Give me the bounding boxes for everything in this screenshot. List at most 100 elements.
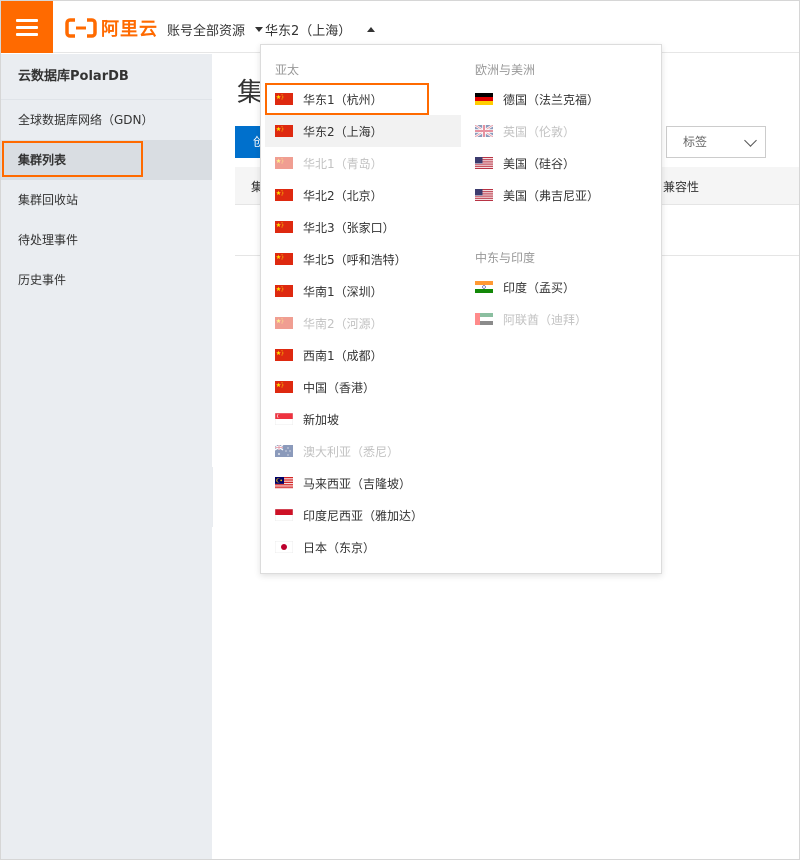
region-option[interactable]: 马来西亚（吉隆坡） [265, 467, 461, 499]
china-flag-icon [275, 381, 293, 393]
region-dropdown: 亚太华东1（杭州） 华东2（上海） 华北1（青岛） 华北2（北京） 华北3（张家口） 华北… [260, 44, 662, 574]
germany-flag-icon [475, 93, 493, 105]
region-option-label: 马来西亚（吉隆坡） [303, 476, 412, 491]
region-option[interactable]: 华北5（呼和浩特） [265, 243, 461, 275]
caret-up-icon [367, 27, 376, 32]
region-option-label: 日本（东京） [303, 540, 376, 555]
region-column-left: 亚太华东1（杭州） 华东2（上海） 华北1（青岛） 华北2（北京） 华北3（张家口） 华北… [265, 57, 461, 563]
sidebar-title: 云数据库PolarDB [1, 54, 212, 100]
region-option-label: 华南1（深圳） [303, 284, 383, 299]
sidebar-item-pending-events[interactable]: 待处理事件 [1, 220, 212, 260]
region-option: 阿联酋（迪拜） [465, 303, 661, 335]
console-window: 阿里云 账号全部资源 华东2（上海） 云数据库PolarDB 全球数据库网络（G… [0, 0, 800, 860]
region-option-label: 华北3（张家口） [303, 220, 395, 235]
region-option: 澳大利亚（悉尼） [265, 435, 461, 467]
malaysia-flag-icon [275, 477, 293, 489]
region-option-label: 华东2（上海） [303, 124, 383, 139]
sidebar-item-cluster-list[interactable]: 集群列表 [1, 140, 212, 180]
region-option[interactable]: 日本（东京） [265, 531, 461, 563]
sidebar: 云数据库PolarDB 全球数据库网络（GDN） 集群列表 集群回收站 待处理事… [1, 54, 212, 859]
region-option-label: 华北2（北京） [303, 188, 383, 203]
china-flag-icon [275, 93, 293, 105]
sidebar-item-recycle-bin[interactable]: 集群回收站 [1, 180, 212, 220]
china-flag-icon [275, 253, 293, 265]
region-selector[interactable]: 华东2（上海） [265, 20, 376, 39]
chevron-down-icon [744, 134, 757, 147]
region-option[interactable]: 华南1（深圳） [265, 275, 461, 307]
region-option-label: 美国（硅谷） [503, 156, 576, 171]
hamburger-icon-line [16, 25, 38, 29]
column-header-compatibility: 兼容性 [663, 180, 700, 194]
region-option-label: 中国（香港） [303, 380, 376, 395]
region-option[interactable]: 华东1（杭州） [265, 83, 429, 115]
china-flag-icon [275, 285, 293, 297]
region-selector-label: 华东2（上海） [265, 24, 352, 39]
region-option[interactable]: 印度尼西亚（雅加达） [265, 499, 461, 531]
region-option[interactable]: 华北3（张家口） [265, 211, 461, 243]
japan-flag-icon [275, 541, 293, 553]
china-flag-icon [275, 349, 293, 361]
tag-filter-select[interactable]: 标签 [666, 126, 766, 158]
hamburger-menu-button[interactable] [1, 1, 53, 53]
china-flag-icon [275, 189, 293, 201]
region-group-title: 欧洲与美洲 [475, 63, 536, 77]
region-option[interactable]: 美国（弗吉尼亚） [465, 179, 661, 211]
region-column-right: 欧洲与美洲德国（法兰克福） 英国（伦敦） 美国（硅谷） 美国（弗吉尼亚） 中东与印度印度… [465, 57, 661, 335]
uae-flag-icon [475, 313, 493, 325]
region-option-label: 新加坡 [303, 412, 340, 427]
region-option[interactable]: 西南1（成都） [265, 339, 461, 371]
hamburger-icon-line [16, 18, 38, 22]
sidebar-item-label: 全球数据库网络（GDN） [18, 113, 154, 127]
region-option-label: 印度尼西亚（雅加达） [303, 508, 424, 523]
region-option-label: 华北1（青岛） [303, 156, 383, 171]
region-option[interactable]: 德国（法兰克福） [465, 83, 661, 115]
australia-flag-icon [275, 445, 293, 457]
region-option-label: 西南1（成都） [303, 348, 383, 363]
sidebar-item-history-events[interactable]: 历史事件 [1, 260, 212, 300]
aliyun-logo-icon [65, 18, 97, 38]
sidebar-item-label: 待处理事件 [18, 233, 79, 247]
indonesia-flag-icon [275, 509, 293, 521]
region-option[interactable]: 美国（硅谷） [465, 147, 661, 179]
brand-name: 阿里云 [101, 19, 158, 40]
region-option: 华南2（河源） [265, 307, 461, 339]
region-option-label: 德国（法兰克福） [503, 92, 600, 107]
region-option[interactable]: 中国（香港） [265, 371, 461, 403]
china-flag-icon [275, 125, 293, 137]
region-group-title: 中东与印度 [475, 251, 536, 265]
region-option[interactable]: 新加坡 [265, 403, 461, 435]
account-resources-label: 账号全部资源 [167, 24, 246, 39]
region-option[interactable]: 华北2（北京） [265, 179, 461, 211]
sidebar-item-gdn[interactable]: 全球数据库网络（GDN） [1, 100, 212, 140]
sidebar-item-label: 集群回收站 [18, 193, 79, 207]
india-flag-icon [475, 281, 493, 293]
region-group-title: 亚太 [275, 63, 300, 77]
region-option-label: 华北5（呼和浩特） [303, 252, 407, 267]
china-flag-icon [275, 157, 293, 169]
china-flag-icon [275, 317, 293, 329]
region-option-label: 澳大利亚（悉尼） [303, 444, 400, 459]
region-option-label: 英国（伦敦） [503, 124, 576, 139]
region-option: 英国（伦敦） [465, 115, 661, 147]
usa-flag-icon [475, 189, 493, 201]
highlight-box [2, 141, 143, 177]
hamburger-icon-line [16, 32, 38, 36]
singapore-flag-icon [275, 413, 293, 425]
region-option[interactable]: 印度（孟买） [465, 271, 661, 303]
region-option-label: 印度（孟买） [503, 280, 576, 295]
china-flag-icon [275, 221, 293, 233]
region-option: 华北1（青岛） [265, 147, 461, 179]
account-resources-dropdown[interactable]: 账号全部资源 [167, 20, 264, 39]
region-option[interactable]: 华东2（上海） [265, 115, 461, 147]
uk-flag-icon [475, 125, 493, 137]
region-option-label: 华东1（杭州） [303, 92, 383, 107]
usa-flag-icon [475, 157, 493, 169]
caret-down-icon [255, 27, 264, 32]
tag-filter-label: 标签 [683, 135, 708, 149]
region-option-label: 华南2（河源） [303, 316, 383, 331]
aliyun-logo[interactable]: 阿里云 [65, 16, 158, 40]
region-option-label: 阿联酋（迪拜） [503, 312, 588, 327]
sidebar-item-label: 历史事件 [18, 273, 67, 287]
region-option-label: 美国（弗吉尼亚） [503, 188, 600, 203]
